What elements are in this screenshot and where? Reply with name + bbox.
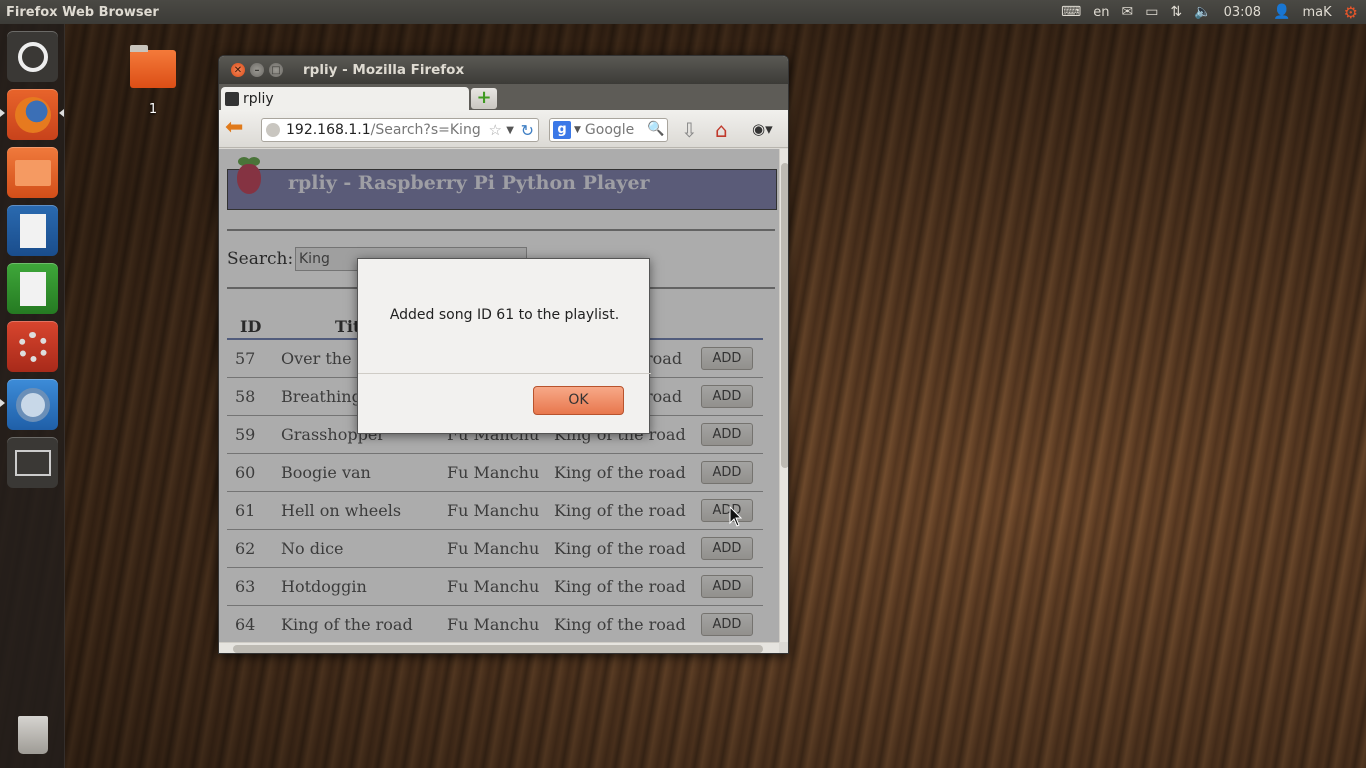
reload-icon[interactable]: ↻ (521, 121, 534, 140)
trash-icon[interactable] (7, 709, 58, 760)
tab-bar: rpliy + (219, 84, 788, 111)
ok-button[interactable]: OK (533, 386, 624, 415)
search-engine-dropdown-icon[interactable]: ▼ (574, 125, 581, 135)
user-name[interactable]: maK (1303, 5, 1332, 20)
vertical-scrollbar[interactable] (779, 149, 788, 642)
calc-icon[interactable] (7, 263, 58, 314)
url-host: 192.168.1.1 (286, 122, 371, 138)
url-bar[interactable]: 192.168.1.1/Search?s=King ☆ ▼ ↻ (261, 118, 539, 142)
search-placeholder: Google (584, 122, 635, 138)
url-history-dropdown-icon[interactable]: ▼ (506, 125, 514, 136)
tab-label: rpliy (243, 91, 274, 107)
clock[interactable]: 03:08 (1224, 5, 1261, 20)
mouse-cursor-icon (729, 506, 743, 527)
launcher (0, 24, 65, 768)
window-titlebar[interactable]: ✕ – □ rpliy - Mozilla Firefox (219, 56, 788, 84)
navigation-toolbar: ⬅ 192.168.1.1/Search?s=King ☆ ▼ ↻ g ▼ Go… (219, 110, 788, 148)
indicator-area: ⌨ en ✉ ▭ ⇅ 🔈 03:08 👤 maK ⚙ (1061, 0, 1366, 24)
maximize-window-button[interactable]: □ (269, 63, 283, 77)
running-indicator (0, 109, 5, 117)
close-window-button[interactable]: ✕ (231, 63, 245, 77)
favicon-icon (225, 92, 239, 106)
vertical-scroll-thumb[interactable] (781, 163, 788, 468)
workspace-switcher-icon[interactable] (7, 437, 58, 488)
minimize-window-button[interactable]: – (250, 63, 264, 77)
home-icon[interactable]: ⌂ (715, 118, 728, 142)
alert-message: Added song ID 61 to the playlist. (389, 307, 620, 323)
keyboard-layout[interactable]: en (1093, 5, 1109, 20)
folder-icon (130, 45, 176, 88)
horizontal-scrollbar[interactable] (219, 642, 779, 653)
dialog-separator (358, 373, 651, 374)
running-indicator (0, 399, 5, 407)
mail-icon[interactable]: ✉ (1121, 4, 1133, 20)
ubuntu-dash-icon[interactable] (7, 31, 58, 82)
settings-icon[interactable] (7, 321, 58, 372)
google-engine-icon[interactable]: g (553, 121, 571, 139)
tab-rpliy[interactable]: rpliy (221, 87, 469, 111)
alert-dialog: Added song ID 61 to the playlist. OK (357, 258, 651, 434)
addon-menu-icon[interactable]: ◉▾ (752, 120, 773, 138)
user-icon[interactable]: 👤 (1273, 4, 1290, 20)
focused-indicator (59, 109, 64, 117)
active-app-name: Firefox Web Browser (6, 4, 159, 20)
url-path: /Search?s=King (370, 122, 481, 138)
top-panel: Firefox Web Browser ⌨ en ✉ ▭ ⇅ 🔈 03:08 👤… (0, 0, 1366, 24)
new-tab-button[interactable]: + (471, 88, 497, 109)
volume-icon[interactable]: 🔈 (1194, 4, 1211, 20)
firefox-icon[interactable] (7, 89, 58, 140)
window-title: rpliy - Mozilla Firefox (303, 62, 465, 78)
battery-icon[interactable]: ▭ (1145, 4, 1158, 20)
keyboard-icon[interactable]: ⌨ (1061, 4, 1081, 20)
bookmark-star-icon[interactable]: ☆ (489, 121, 502, 139)
back-arrow-icon[interactable]: ⬅ (225, 117, 243, 139)
chromium-icon[interactable] (7, 379, 58, 430)
desktop-folder-label: 1 (148, 102, 158, 117)
desktop-folder[interactable]: 1 (128, 45, 178, 117)
magnifier-icon[interactable]: 🔍 (647, 121, 665, 139)
site-identity-icon[interactable] (266, 123, 280, 137)
network-icon[interactable]: ⇅ (1170, 4, 1182, 20)
horizontal-scroll-thumb[interactable] (233, 645, 763, 653)
download-arrow-icon[interactable]: ⇩ (681, 118, 698, 142)
files-icon[interactable] (7, 147, 58, 198)
power-icon[interactable]: ⚙ (1344, 3, 1358, 22)
web-search-box[interactable]: g ▼ Google 🔍 (549, 118, 668, 142)
writer-icon[interactable] (7, 205, 58, 256)
